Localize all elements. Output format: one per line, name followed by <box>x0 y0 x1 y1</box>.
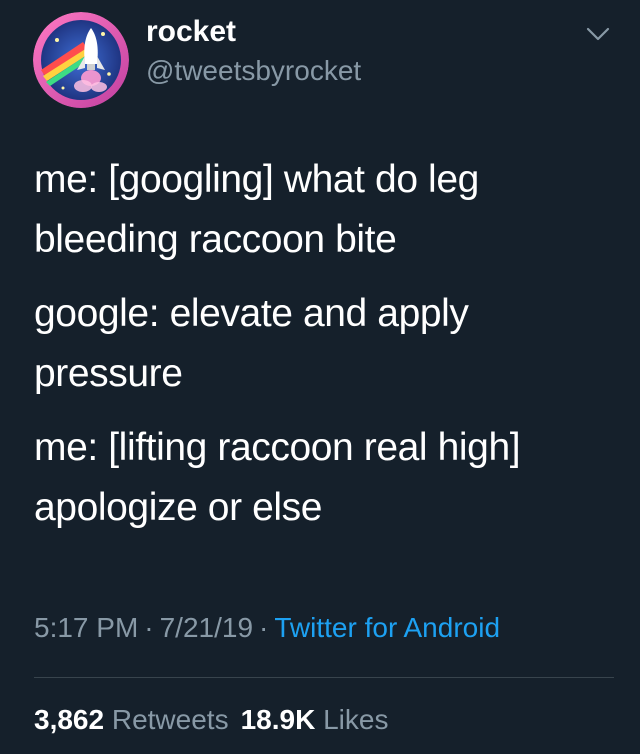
separator: · <box>144 612 154 643</box>
separator: · <box>259 612 269 643</box>
tweet-paragraph: me: [lifting raccoon real high] apologiz… <box>34 426 521 529</box>
tweet-card: rocket @tweetsbyrocket me: [googling] wh… <box>0 0 640 754</box>
tweet-source-link[interactable]: Twitter for Android <box>274 612 500 643</box>
likes-count: 18.9K <box>240 704 316 735</box>
tweet-time[interactable]: 5:17 PM <box>34 612 138 643</box>
divider <box>34 677 614 678</box>
tweet-stats: 3,862 Retweets 18.9K Likes <box>34 702 388 738</box>
tweet-paragraph: google: elevate and apply pressure <box>34 292 469 395</box>
avatar[interactable] <box>33 12 129 108</box>
likes-label: Likes <box>323 704 389 735</box>
retweets-stat[interactable]: 3,862 Retweets <box>34 704 229 735</box>
tweet-metadata: 5:17 PM · 7/21/19 · Twitter for Android <box>34 610 500 646</box>
likes-stat[interactable]: 18.9K Likes <box>241 704 389 735</box>
retweets-label: Retweets <box>111 704 229 735</box>
author-handle[interactable]: @tweetsbyrocket <box>146 54 361 88</box>
tweet-text: me: [googling] what do leg bleeding racc… <box>34 150 614 552</box>
chevron-down-icon[interactable] <box>585 24 611 44</box>
retweets-count: 3,862 <box>34 704 105 735</box>
tweet-paragraph: me: [googling] what do leg bleeding racc… <box>34 158 479 261</box>
author-name[interactable]: rocket <box>146 14 236 50</box>
rocket-avatar-icon <box>33 12 129 108</box>
tweet-date[interactable]: 7/21/19 <box>160 612 253 643</box>
